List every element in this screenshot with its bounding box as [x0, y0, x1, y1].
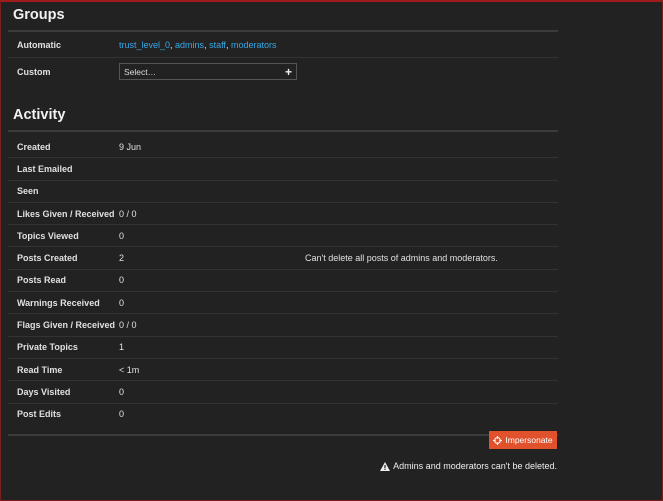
activity-value: 0 [119, 230, 125, 241]
activity-row-topics-viewed: Topics Viewed 0 [8, 225, 558, 248]
activity-value: 9 Jun [119, 141, 142, 152]
activity-label: Posts Created [17, 253, 78, 264]
activity-row-posts-read: Posts Read 0 [8, 270, 558, 293]
plus-icon: + [284, 64, 292, 79]
activity-row-likes: Likes Given / Received 0 / 0 [8, 203, 558, 226]
activity-value: 2 [119, 253, 125, 264]
activity-row-posts-created: Posts Created 2 Can't delete all posts o… [8, 247, 558, 270]
activity-value: 1 [119, 342, 125, 353]
groups-title: Groups [8, 0, 558, 32]
custom-groups-row: Custom Select… + [8, 58, 558, 85]
activity-label: Private Topics [17, 342, 78, 353]
group-link-trust-level-0[interactable]: trust_level_0 [119, 40, 170, 50]
impersonate-label: Impersonate [505, 435, 553, 445]
activity-value: 0 [119, 297, 125, 308]
activity-section: Activity Created 9 Jun Last Emailed Seen… [8, 107, 558, 436]
activity-row-flags: Flags Given / Received 0 / 0 [8, 314, 558, 337]
activity-title: Activity [8, 107, 558, 132]
activity-row-post-edits: Post Edits 0 [8, 404, 558, 425]
activity-row-private-topics: Private Topics 1 [8, 337, 558, 359]
activity-value: 0 [119, 386, 125, 397]
automatic-groups-row: Automatic trust_level_0, admins, staff, … [8, 32, 558, 58]
activity-row-warnings: Warnings Received 0 [8, 292, 558, 315]
activity-label: Days Visited [17, 386, 71, 397]
delete-posts-note: Can't delete all posts of admins and mod… [305, 253, 498, 264]
activity-label: Topics Viewed [17, 230, 79, 241]
activity-value: 0 / 0 [119, 320, 137, 331]
warning-icon [380, 461, 391, 471]
activity-label: Warnings Received [17, 297, 100, 308]
activity-label: Flags Given / Received [17, 320, 116, 331]
automatic-label: Automatic [17, 39, 62, 50]
activity-row-last-emailed: Last Emailed [8, 158, 558, 181]
activity-label: Seen [17, 186, 39, 197]
activity-label: Posts Read [17, 275, 67, 286]
crosshairs-icon [493, 435, 503, 445]
activity-label: Created [17, 141, 51, 152]
custom-groups-select[interactable]: Select… + [119, 63, 297, 80]
activity-value: 0 [119, 409, 125, 420]
delete-warning-text: Admins and moderators can't be deleted. [393, 461, 557, 471]
group-link-staff[interactable]: staff [209, 40, 226, 50]
impersonate-button[interactable]: Impersonate [489, 431, 557, 449]
activity-label: Last Emailed [17, 163, 73, 174]
activity-value: < 1m [119, 364, 140, 375]
custom-select-placeholder: Select… [124, 66, 157, 77]
activity-value: 0 [119, 275, 125, 286]
automatic-groups-list: trust_level_0, admins, staff, moderators [119, 39, 277, 50]
activity-row-read-time: Read Time < 1m [8, 359, 558, 382]
delete-warning: Admins and moderators can't be deleted. [380, 461, 557, 471]
activity-label: Read Time [17, 364, 63, 375]
group-link-admins[interactable]: admins [175, 40, 204, 50]
activity-row-days-visited: Days Visited 0 [8, 381, 558, 404]
activity-label: Likes Given / Received [17, 208, 115, 219]
activity-value: 0 / 0 [119, 208, 137, 219]
activity-row-seen: Seen [8, 181, 558, 203]
user-admin-panel: Groups Automatic trust_level_0, admins, … [8, 0, 558, 436]
activity-label: Post Edits [17, 409, 62, 420]
activity-divider [8, 425, 558, 436]
custom-label: Custom [17, 66, 51, 77]
group-link-moderators[interactable]: moderators [231, 40, 277, 50]
activity-row-created: Created 9 Jun [8, 136, 558, 159]
groups-section: Groups Automatic trust_level_0, admins, … [8, 0, 558, 85]
